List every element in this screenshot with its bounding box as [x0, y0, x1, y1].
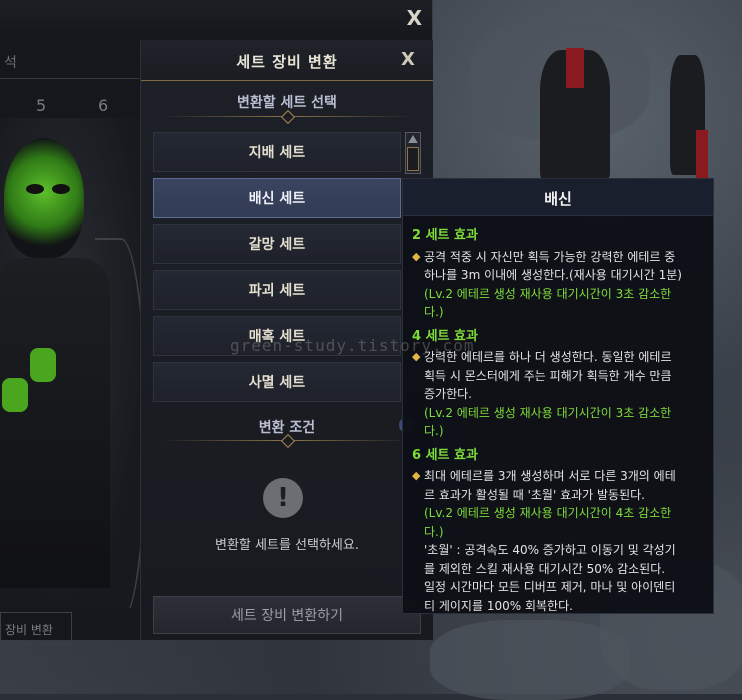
- equipment-convert-tab-label: 장비 변환: [5, 623, 53, 637]
- effect-line: 티 게이지를 100% 회복한다.: [412, 597, 708, 616]
- effect-line: 다.): [412, 523, 708, 542]
- effect-line: ◆ 최대 에테르를 3개 생성하며 서로 다른 3개의 에테: [412, 467, 708, 486]
- effect-line-text: 다.): [424, 424, 444, 438]
- set-effect-tooltip: 배신 2 세트 효과 ◆ 공격 적중 시 자신만 획득 가능한 강력한 에테르 중…: [402, 178, 714, 614]
- character-preview: [0, 118, 150, 608]
- rock-terrain: [430, 620, 630, 700]
- convert-set-button[interactable]: 세트 장비 변환하기: [153, 596, 421, 634]
- tooltip-body: 2 세트 효과 ◆ 공격 적중 시 자신만 획득 가능한 강력한 에테르 중 하나…: [412, 227, 708, 615]
- warning-text: 변환할 세트를 선택하세요.: [215, 538, 359, 553]
- bullet-icon: ◆: [412, 249, 421, 263]
- tooltip-header: 배신: [403, 179, 713, 216]
- effect-line-text: 다.): [424, 305, 444, 319]
- set-item-samyeol[interactable]: 사멸 세트: [153, 362, 401, 402]
- scroll-up-icon[interactable]: [408, 135, 418, 143]
- effect-line: 하나를 3m 이내에 생성한다.(재사용 대기시간 1분): [412, 266, 708, 285]
- effect-line: 를 제외한 스킬 재사용 대기시간 50% 감소된다.: [412, 560, 708, 579]
- effect-line-text: 공격 적중 시 자신만 획득 가능한 강력한 에테르 중: [424, 249, 676, 264]
- character-window-close-button[interactable]: X: [407, 6, 422, 30]
- effect-line-text: 티 게이지를 100% 회복한다.: [424, 598, 573, 613]
- effect-line: 획득 시 몬스터에게 주는 피해가 획득한 개수 만큼: [412, 367, 708, 386]
- npc-detail: [566, 48, 584, 88]
- effect-line-text: (Lv.2 에테르 생성 재사용 대기시간이 3초 감소한: [424, 405, 672, 420]
- character-window-titlebar: X: [0, 0, 432, 38]
- set-item-galmang[interactable]: 갈망 세트: [153, 224, 401, 264]
- dialog-title: 세트 장비 변환: [236, 53, 338, 71]
- tooltip-title: 배신: [544, 190, 572, 208]
- set-item-pagoe[interactable]: 파괴 세트: [153, 270, 401, 310]
- effect-line: (Lv.2 에테르 생성 재사용 대기시간이 4초 감소한: [412, 504, 708, 523]
- effect-heading: 6 세트 효과: [412, 447, 478, 463]
- slot-number[interactable]: 6: [98, 96, 108, 115]
- mask-eye: [26, 184, 44, 194]
- effect-line: (Lv.2 에테르 생성 재사용 대기시간이 3초 감소한: [412, 285, 708, 304]
- watermark-text: green-study.tistory.com: [230, 336, 475, 355]
- effect-line-text: (Lv.2 에테르 생성 재사용 대기시간이 4초 감소한: [424, 506, 672, 520]
- character-glove: [30, 348, 56, 382]
- equipment-convert-tab-button[interactable]: 장비 변환: [0, 612, 72, 644]
- effect-line: 다.): [412, 422, 708, 441]
- effect-line: 일정 시간마다 모든 디버프 제거, 마나 및 아이덴티: [412, 578, 708, 597]
- character-mask: [4, 138, 84, 258]
- effect-line-text: 일정 시간마다 모든 디버프 제거, 마나 및 아이덴티: [424, 580, 676, 594]
- effect-line: 증가한다.: [412, 385, 708, 404]
- bullet-icon: ◆: [412, 469, 421, 482]
- character-tab-label: 석: [4, 55, 17, 71]
- effect-line: 다.): [412, 303, 708, 322]
- effect-line: ◆ 공격 적중 시 자신만 획득 가능한 강력한 에테르 중: [412, 248, 708, 267]
- character-glove: [2, 378, 28, 412]
- slot-number[interactable]: 5: [36, 96, 46, 115]
- effect-line-text: '초월' : 공격속도 40% 증가하고 이동기 및 각성기: [424, 543, 676, 557]
- character-window-tab[interactable]: 석: [0, 42, 150, 79]
- effect-line-text: 다.): [424, 524, 444, 539]
- effect-line-text: 증가한다.: [424, 387, 472, 401]
- set-list-scrollbar[interactable]: [405, 132, 421, 174]
- effect-line-text: 하나를 3m 이내에 생성한다.(재사용 대기시간 1분): [424, 268, 682, 282]
- dialog-header: 세트 장비 변환 X: [141, 40, 433, 81]
- effect-line-text: 획득 시 몬스터에게 주는 피해가 획득한 개수 만큼: [424, 368, 672, 383]
- warning-icon: !: [263, 478, 303, 518]
- effect-line: '초월' : 공격속도 40% 증가하고 이동기 및 각성기: [412, 541, 708, 560]
- effect-line: 르 효과가 활성될 때 '초월' 효과가 발동된다.: [412, 486, 708, 505]
- character-body: [0, 258, 110, 588]
- dialog-close-button[interactable]: X: [401, 49, 415, 70]
- effect-line-text: 르 효과가 활성될 때 '초월' 효과가 발동된다.: [424, 487, 645, 502]
- section-ornament: [280, 109, 296, 125]
- effect-heading: 2 세트 효과: [412, 228, 478, 243]
- set-item-baesin[interactable]: 배신 세트: [153, 178, 401, 218]
- effect-line-text: (Lv.2 에테르 생성 재사용 대기시간이 3초 감소한: [424, 286, 672, 301]
- effect-line: (Lv.2 에테르 생성 재사용 대기시간이 3초 감소한: [412, 404, 708, 423]
- npc-detail: [696, 130, 708, 180]
- scroll-thumb[interactable]: [407, 147, 419, 171]
- set-item-jibae[interactable]: 지배 세트: [153, 132, 401, 172]
- effect-line-text: 를 제외한 스킬 재사용 대기시간 50% 감소된다.: [424, 561, 666, 576]
- mask-eye: [52, 184, 70, 194]
- effect-line-text: 최대 에테르를 3개 생성하며 서로 다른 3개의 에테: [424, 469, 676, 483]
